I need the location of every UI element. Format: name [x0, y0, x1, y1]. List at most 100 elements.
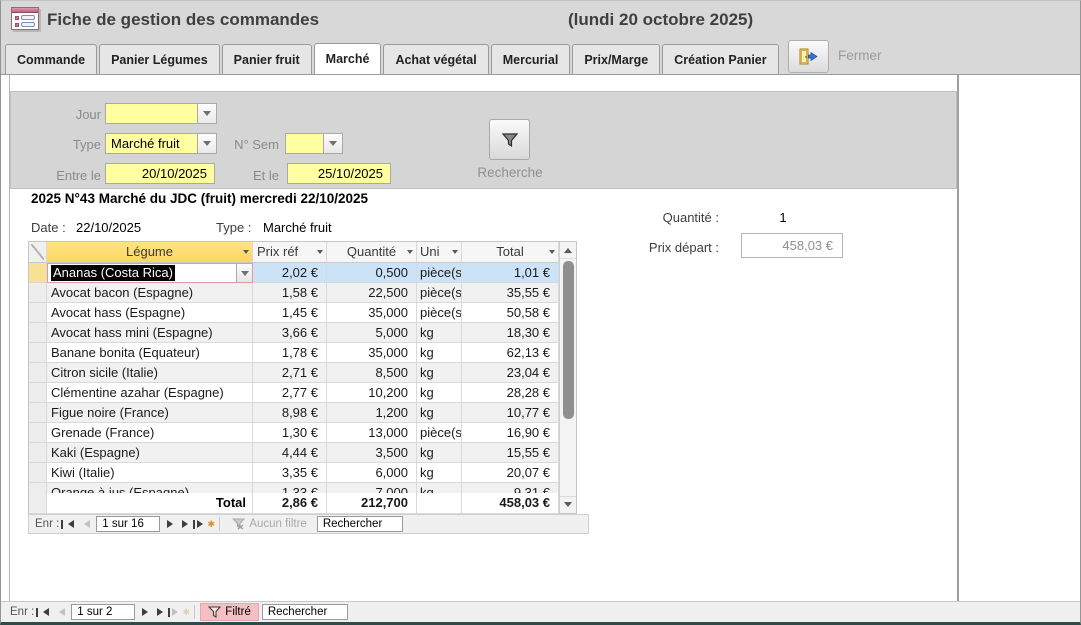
cell-uni[interactable]: kg — [417, 463, 462, 483]
cell-quantite[interactable]: 10,200 — [327, 383, 417, 403]
previous-record-button[interactable] — [76, 516, 93, 532]
cell-quantite[interactable]: 22,500 — [327, 283, 417, 303]
cell-uni[interactable]: pièce(s) — [417, 423, 462, 443]
last-record-button[interactable] — [155, 604, 172, 620]
jour-combobox[interactable] — [105, 103, 217, 124]
cell-prix-ref[interactable]: 1,45 € — [253, 303, 327, 323]
cell-quantite[interactable]: 1,200 — [327, 403, 417, 423]
cell-quantite[interactable]: 3,500 — [327, 443, 417, 463]
row-selector[interactable] — [29, 263, 47, 283]
cell-uni[interactable]: kg — [417, 363, 462, 383]
cell-quantite[interactable]: 6,000 — [327, 463, 417, 483]
cell-quantite[interactable]: 35,000 — [327, 303, 417, 323]
tab-4[interactable]: Marché — [314, 43, 382, 74]
cell-prix-ref[interactable]: 1,30 € — [253, 423, 327, 443]
row-selector[interactable] — [29, 443, 47, 463]
close-button[interactable] — [788, 40, 829, 73]
cell-quantite[interactable]: 8,500 — [327, 363, 417, 383]
cell-prix-ref[interactable]: 3,35 € — [253, 463, 327, 483]
cell-legume[interactable]: Ananas (Costa Rica) — [47, 263, 253, 283]
row-selector[interactable] — [29, 483, 47, 493]
chevron-down-icon[interactable] — [323, 134, 342, 153]
cell-quantite[interactable]: 7,000 — [327, 483, 417, 493]
cell-uni[interactable]: kg — [417, 483, 462, 493]
cell-quantite[interactable]: 35,000 — [327, 343, 417, 363]
row-selector[interactable] — [29, 283, 47, 303]
record-position-box[interactable]: 1 sur 2 — [71, 604, 135, 620]
new-record-button[interactable]: ✱ — [172, 604, 189, 620]
cell-prix-ref[interactable]: 1,33 € — [253, 483, 327, 493]
record-position-box[interactable]: 1 sur 16 — [96, 516, 160, 532]
cell-total[interactable]: 18,30 € — [462, 323, 559, 343]
tab-5[interactable]: Achat végétal — [383, 44, 488, 74]
cell-prix-ref[interactable]: 1,58 € — [253, 283, 327, 303]
tab-7[interactable]: Prix/Marge — [572, 44, 660, 74]
sort-dropdown-icon[interactable] — [549, 250, 555, 257]
cell-total[interactable]: 1,01 € — [462, 263, 559, 283]
cell-total[interactable]: 9,31 € — [462, 483, 559, 493]
row-selector[interactable] — [29, 403, 47, 423]
scroll-up-button[interactable] — [560, 242, 576, 259]
row-selector[interactable] — [29, 303, 47, 323]
scrollbar-thumb[interactable] — [563, 261, 574, 419]
row-selector[interactable] — [29, 383, 47, 403]
scroll-down-button[interactable] — [560, 496, 576, 513]
cell-quantite[interactable]: 5,000 — [327, 323, 417, 343]
cell-legume[interactable]: Clémentine azahar (Espagne) — [47, 383, 253, 403]
close-button-label[interactable]: Fermer — [838, 48, 882, 63]
select-all-cell[interactable] — [29, 242, 47, 263]
row-selector[interactable] — [29, 343, 47, 363]
cell-legume[interactable]: Figue noire (France) — [47, 403, 253, 423]
tab-3[interactable]: Panier fruit — [222, 44, 312, 74]
first-record-button[interactable] — [34, 604, 51, 620]
cell-legume[interactable]: Grenade (France) — [47, 423, 253, 443]
sort-dropdown-icon[interactable] — [243, 250, 249, 257]
vertical-scrollbar[interactable] — [559, 242, 576, 513]
cell-legume[interactable]: Kaki (Espagne) — [47, 443, 253, 463]
column-header-legume[interactable]: Légume — [47, 242, 253, 263]
subform-search-input[interactable]: Rechercher — [317, 516, 403, 532]
cell-legume[interactable]: Avocat hass (Espagne) — [47, 303, 253, 323]
semaine-combobox[interactable] — [285, 133, 343, 154]
cell-prix-ref[interactable]: 8,98 € — [253, 403, 327, 423]
chevron-down-icon[interactable] — [197, 104, 216, 123]
cell-quantite[interactable]: 13,000 — [327, 423, 417, 443]
column-header-uni[interactable]: Uni — [417, 242, 462, 263]
cell-total[interactable]: 35,55 € — [462, 283, 559, 303]
row-selector[interactable] — [29, 323, 47, 343]
cell-legume[interactable]: Orange à jus (Espagne) — [47, 483, 253, 493]
cell-total[interactable]: 16,90 € — [462, 423, 559, 443]
cell-prix-ref[interactable]: 2,02 € — [253, 263, 327, 283]
tab-2[interactable]: Panier Légumes — [99, 44, 220, 74]
cell-total[interactable]: 15,55 € — [462, 443, 559, 463]
tab-8[interactable]: Création Panier — [662, 44, 778, 74]
cell-uni[interactable]: kg — [417, 443, 462, 463]
cell-prix-ref[interactable]: 3,66 € — [253, 323, 327, 343]
cell-total[interactable]: 28,28 € — [462, 383, 559, 403]
cell-uni[interactable]: pièce(s) — [417, 303, 462, 323]
new-record-button[interactable]: ✱ — [197, 516, 214, 532]
cell-prix-ref[interactable]: 2,77 € — [253, 383, 327, 403]
row-selector[interactable] — [29, 423, 47, 443]
cell-prix-ref[interactable]: 4,44 € — [253, 443, 327, 463]
cell-legume[interactable]: Avocat hass mini (Espagne) — [47, 323, 253, 343]
cell-total[interactable]: 23,04 € — [462, 363, 559, 383]
cell-uni[interactable]: kg — [417, 383, 462, 403]
next-record-button[interactable] — [163, 516, 180, 532]
date-to-field[interactable]: 25/10/2025 — [287, 163, 391, 184]
column-header-total[interactable]: Total — [462, 242, 559, 263]
cell-total[interactable]: 62,13 € — [462, 343, 559, 363]
price-depart-field[interactable]: 458,03 € — [741, 233, 843, 258]
first-record-button[interactable] — [59, 516, 76, 532]
sort-dropdown-icon[interactable] — [317, 250, 323, 257]
column-header-prix-ref[interactable]: Prix réf — [253, 242, 327, 263]
cell-prix-ref[interactable]: 2,71 € — [253, 363, 327, 383]
cell-total[interactable]: 20,07 € — [462, 463, 559, 483]
no-filter-button[interactable]: Aucun filtre — [225, 515, 314, 533]
tab-1[interactable]: Commande — [5, 44, 97, 74]
cell-uni[interactable]: kg — [417, 323, 462, 343]
column-header-quantite[interactable]: Quantité — [327, 242, 417, 263]
search-button[interactable] — [489, 119, 530, 160]
sort-dropdown-icon[interactable] — [407, 250, 413, 257]
filtered-button[interactable]: Filtré — [200, 603, 259, 621]
